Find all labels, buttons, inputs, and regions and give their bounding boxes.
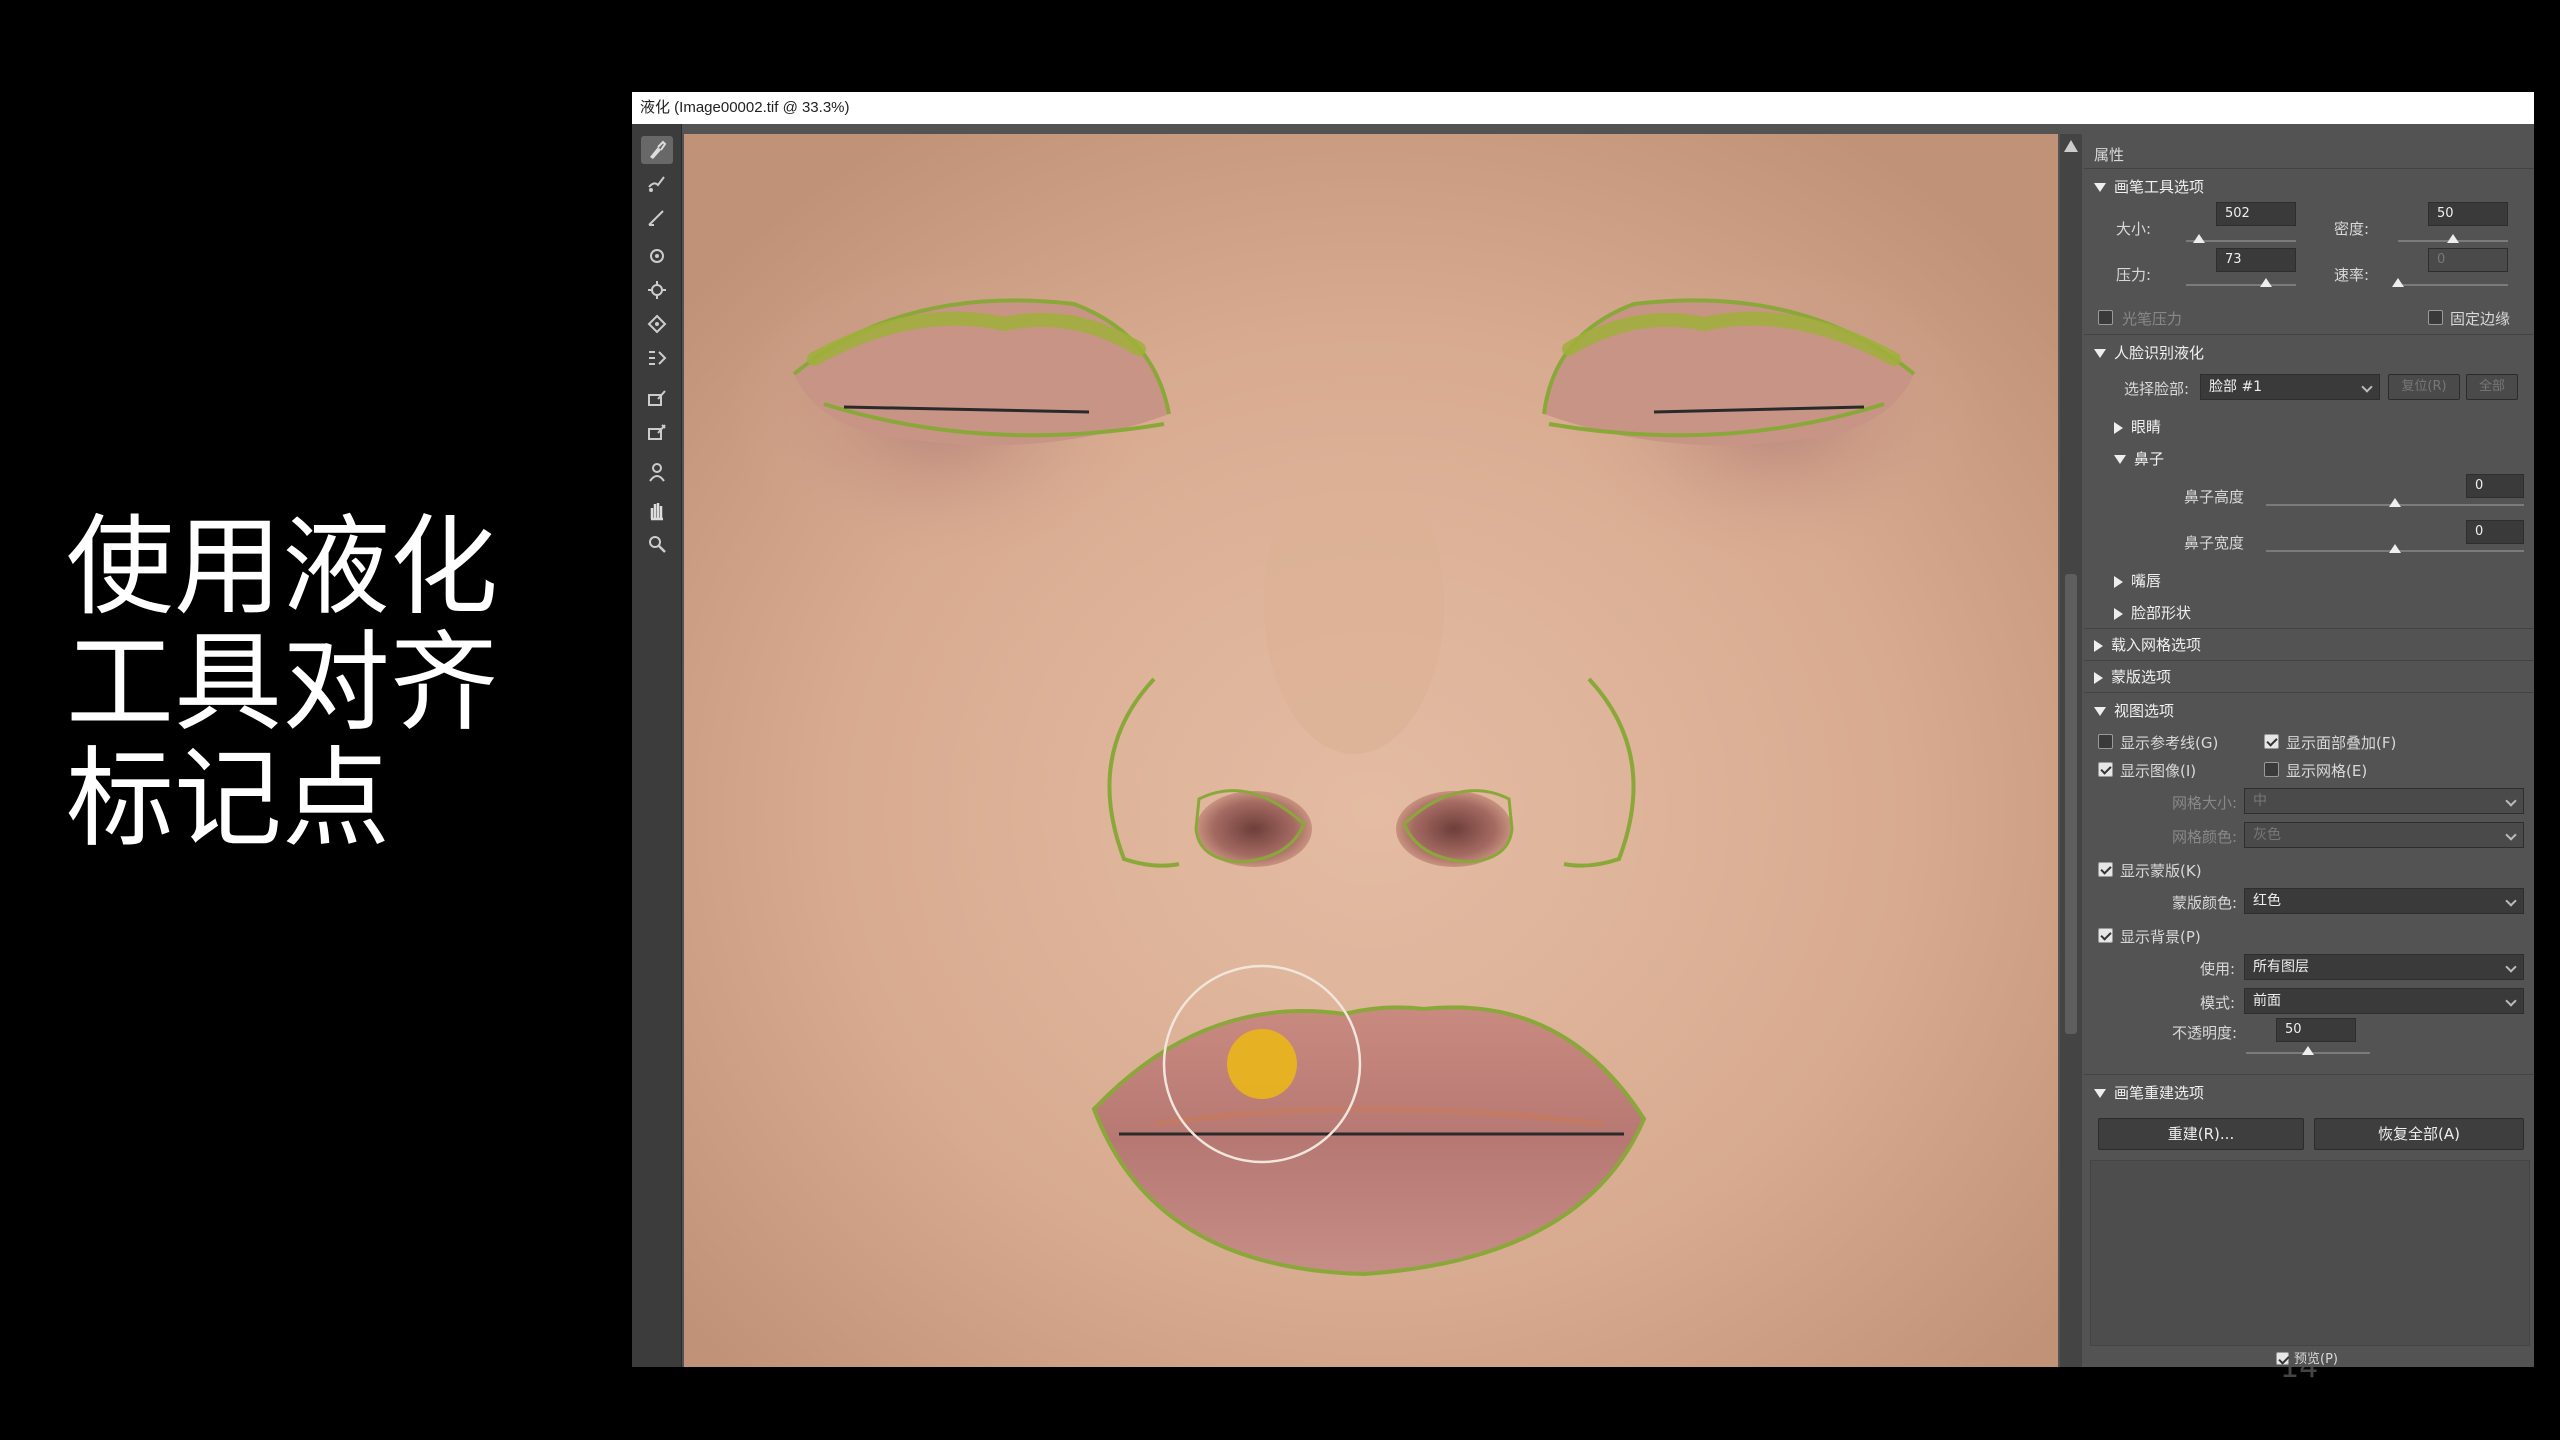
face-image	[684, 134, 2058, 1367]
forward-warp-icon[interactable]	[641, 136, 673, 164]
show-mask-label: 显示蒙版(K)	[2120, 862, 2202, 880]
section-brush-reconstruct[interactable]: 画笔重建选项	[2094, 1082, 2204, 1103]
zoom-icon[interactable]	[641, 530, 673, 558]
nose-width-slider-knob[interactable]	[2389, 544, 2401, 553]
show-guides-checkbox[interactable]	[2098, 734, 2113, 749]
show-backdrop-label: 显示背景(P)	[2120, 928, 2201, 946]
pin-edges-label: 固定边缘	[2450, 310, 2511, 328]
show-mesh-checkbox[interactable]	[2264, 762, 2279, 777]
brush-center-dot	[1227, 1029, 1297, 1099]
face-tool-icon[interactable]	[641, 458, 673, 486]
section-face-aware-liquify[interactable]: 人脸识别液化	[2094, 342, 2204, 363]
stylus-pressure-label: 光笔压力	[2122, 310, 2183, 328]
canvas-scrollbar[interactable]	[2060, 134, 2082, 1367]
mesh-color-label: 网格颜色:	[2172, 828, 2238, 846]
mask-color-dropdown[interactable]: 红色	[2244, 888, 2524, 914]
mode-dropdown[interactable]: 前面	[2244, 988, 2524, 1014]
use-dropdown[interactable]: 所有图层	[2244, 954, 2524, 980]
rate-slider-knob[interactable]	[2392, 278, 2404, 287]
opacity-label: 不透明度:	[2172, 1024, 2238, 1042]
smooth-icon[interactable]	[641, 204, 673, 232]
pressure-label: 压力:	[2116, 266, 2152, 284]
twirl-icon[interactable]	[641, 242, 673, 270]
slide-title-line-3: 标记点	[66, 737, 391, 862]
opacity-input[interactable]: 50	[2276, 1018, 2356, 1042]
scroll-thumb[interactable]	[2065, 574, 2077, 1034]
show-face-overlay-label: 显示面部叠加(F)	[2286, 734, 2397, 752]
show-mesh-label: 显示网格(E)	[2286, 762, 2368, 780]
nose-height-label: 鼻子高度	[2184, 488, 2245, 506]
section-nose[interactable]: 鼻子	[2114, 448, 2164, 469]
use-label: 使用:	[2200, 960, 2236, 978]
push-left-icon[interactable]	[641, 344, 673, 372]
section-face-shape[interactable]: 脸部形状	[2114, 602, 2191, 623]
rate-slider[interactable]	[2398, 284, 2508, 286]
slide-title: 使用液化 工具对齐 标记点	[66, 510, 626, 858]
pressure-input[interactable]: 73	[2216, 248, 2296, 272]
nose-height-slider-knob[interactable]	[2389, 498, 2401, 507]
thaw-mask-icon[interactable]	[641, 418, 673, 446]
liquify-canvas[interactable]	[684, 134, 2058, 1367]
section-load-mesh[interactable]: 载入网格选项	[2094, 634, 2201, 655]
opacity-slider-knob[interactable]	[2302, 1046, 2314, 1055]
select-face-label: 选择脸部:	[2124, 380, 2190, 398]
mode-label: 模式:	[2200, 994, 2236, 1012]
show-guides-label: 显示参考线(G)	[2120, 734, 2219, 752]
section-brush-tool-options[interactable]: 画笔工具选项	[2094, 176, 2204, 197]
rate-input[interactable]: 0	[2428, 248, 2508, 272]
mesh-size-dropdown[interactable]: 中	[2244, 788, 2524, 814]
mesh-size-label: 网格大小:	[2172, 794, 2238, 812]
show-mask-checkbox[interactable]	[2098, 862, 2113, 877]
rate-label: 速率:	[2334, 266, 2370, 284]
size-input[interactable]: 502	[2216, 202, 2296, 226]
section-eyes[interactable]: 眼睛	[2114, 416, 2161, 437]
mask-color-label: 蒙版颜色:	[2172, 894, 2238, 912]
nose-width-input[interactable]: 0	[2466, 520, 2524, 544]
window-title: 液化 (Image00002.tif @ 33.3%)	[632, 92, 2534, 124]
pressure-slider[interactable]	[2186, 284, 2296, 286]
stylus-pressure-checkbox[interactable]	[2098, 310, 2113, 325]
show-backdrop-checkbox[interactable]	[2098, 928, 2113, 943]
hand-icon[interactable]	[641, 496, 673, 524]
density-label: 密度:	[2334, 220, 2370, 238]
reconstruct-button[interactable]: 重建(R)...	[2098, 1118, 2304, 1150]
liquify-window: 液化 (Image00002.tif @ 33.3%) 属性 画笔工具选项 大小…	[632, 92, 2534, 1367]
reconstruct-area	[2090, 1160, 2530, 1346]
pressure-slider-knob[interactable]	[2260, 278, 2273, 287]
liquify-toolbar	[632, 124, 682, 1367]
freeze-mask-icon[interactable]	[641, 384, 673, 412]
show-image-label: 显示图像(I)	[2120, 762, 2197, 780]
preview-checkbox[interactable]	[2276, 1352, 2289, 1365]
nose-width-label: 鼻子宽度	[2184, 534, 2245, 552]
section-mouth[interactable]: 嘴唇	[2114, 570, 2161, 591]
nose-height-input[interactable]: 0	[2466, 474, 2524, 498]
panel-header: 属性	[2094, 146, 2125, 164]
properties-panel: 属性 画笔工具选项 大小: 502 密度: 50 压力: 73 速率: 0 光笔…	[2084, 134, 2534, 1367]
reset-face-button[interactable]: 复位(R)	[2388, 374, 2460, 400]
preview-label: 预览(P)	[2294, 1352, 2338, 1367]
nose-bridge	[1264, 454, 1444, 754]
show-face-overlay-checkbox[interactable]	[2264, 734, 2279, 749]
show-image-checkbox[interactable]	[2098, 762, 2113, 777]
slide-title-line-2: 工具对齐	[66, 621, 499, 746]
section-view-options[interactable]: 视图选项	[2094, 700, 2174, 721]
select-face-dropdown[interactable]: 脸部 #1	[2200, 374, 2380, 400]
mesh-color-dropdown[interactable]: 灰色	[2244, 822, 2524, 848]
reconstruct-icon[interactable]	[641, 170, 673, 198]
section-mask-options[interactable]: 蒙版选项	[2094, 666, 2171, 687]
restore-all-button[interactable]: 恢复全部(A)	[2314, 1118, 2524, 1150]
scroll-up-icon[interactable]	[2064, 140, 2078, 152]
size-slider-knob[interactable]	[2193, 234, 2206, 243]
density-slider-knob[interactable]	[2447, 234, 2459, 243]
slide-title-line-1: 使用液化	[66, 505, 499, 630]
bloat-icon[interactable]	[641, 310, 673, 338]
pin-edges-checkbox[interactable]	[2428, 310, 2443, 325]
all-faces-button[interactable]: 全部	[2466, 374, 2518, 400]
density-input[interactable]: 50	[2428, 202, 2508, 226]
size-label: 大小:	[2116, 220, 2152, 238]
pucker-icon[interactable]	[641, 276, 673, 304]
